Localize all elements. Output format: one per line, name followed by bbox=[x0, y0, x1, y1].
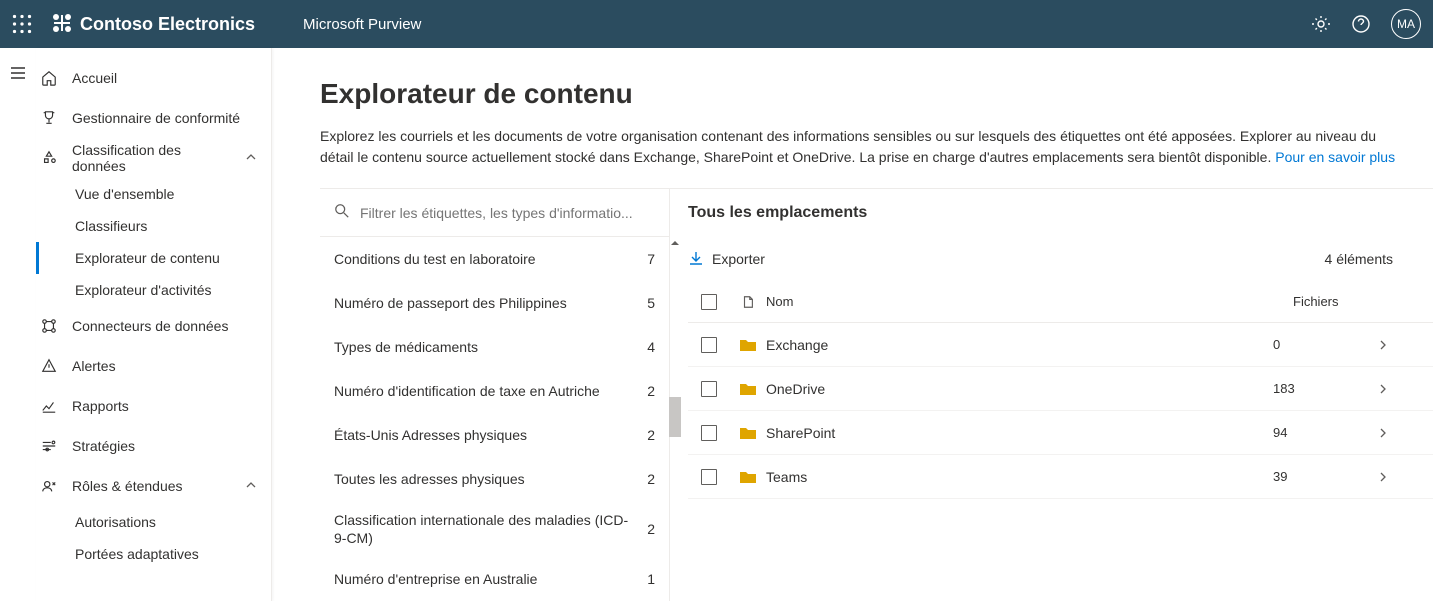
folder-icon bbox=[730, 424, 766, 442]
sidebar-sub-adaptive-scopes[interactable]: Portées adaptatives bbox=[36, 538, 271, 570]
chevron-up-icon bbox=[245, 478, 263, 494]
avatar[interactable]: MA bbox=[1391, 9, 1421, 39]
brand-logo-icon bbox=[52, 13, 72, 36]
export-button[interactable]: Exporter bbox=[688, 250, 765, 269]
sidebar-sub-authorizations[interactable]: Autorisations bbox=[36, 506, 271, 538]
filter-row[interactable]: Conditions du test en laboratoire7 bbox=[320, 237, 669, 281]
sidebar-sub-classifiers[interactable]: Classifieurs bbox=[36, 210, 271, 242]
scroll-thumb[interactable] bbox=[669, 397, 681, 437]
strategies-icon bbox=[40, 437, 58, 455]
top-bar: Contoso Electronics Microsoft Purview MA bbox=[0, 0, 1433, 48]
filter-row[interactable]: Toutes les adresses physiques2 bbox=[320, 457, 669, 501]
location-row-exchange[interactable]: Exchange 0 bbox=[688, 323, 1433, 367]
chevron-right-icon bbox=[1373, 471, 1393, 483]
filter-row[interactable]: États-Unis Adresses physiques2 bbox=[320, 413, 669, 457]
chevron-right-icon bbox=[1373, 383, 1393, 395]
locations-panel: Tous les emplacements Exporter 4 élément… bbox=[670, 189, 1433, 601]
filter-row[interactable]: Classification internationale des maladi… bbox=[320, 501, 669, 557]
sidebar-item-alerts[interactable]: Alertes bbox=[36, 346, 271, 386]
col-name[interactable]: Nom bbox=[766, 294, 1293, 309]
location-row-sharepoint[interactable]: SharePoint 94 bbox=[688, 411, 1433, 455]
alert-icon bbox=[40, 357, 58, 375]
product-name: Microsoft Purview bbox=[303, 16, 421, 33]
select-all-checkbox[interactable] bbox=[701, 294, 717, 310]
location-row-teams[interactable]: Teams 39 bbox=[688, 455, 1433, 499]
trophy-icon bbox=[40, 109, 58, 127]
sidebar-item-reports[interactable]: Rapports bbox=[36, 386, 271, 426]
waffle-icon[interactable] bbox=[12, 14, 32, 34]
table-header: Nom Fichiers bbox=[688, 281, 1433, 323]
classification-icon bbox=[40, 149, 58, 167]
learn-more-link[interactable]: Pour en savoir plus bbox=[1275, 149, 1395, 165]
main: Explorateur de contenu Explorez les cour… bbox=[272, 48, 1433, 601]
sidebar-sub-overview[interactable]: Vue d'ensemble bbox=[36, 178, 271, 210]
sidebar-item-home[interactable]: Accueil bbox=[36, 58, 271, 98]
col-files[interactable]: Fichiers bbox=[1293, 294, 1393, 309]
chevron-right-icon bbox=[1373, 339, 1393, 351]
filter-row[interactable]: Types de médicaments4 bbox=[320, 325, 669, 369]
folder-icon bbox=[730, 380, 766, 398]
sidebar-item-strategies[interactable]: Stratégies bbox=[36, 426, 271, 466]
brand[interactable]: Contoso Electronics bbox=[52, 13, 255, 36]
filter-row[interactable]: Numéro de passeport des Philippines5 bbox=[320, 281, 669, 325]
roles-icon bbox=[40, 477, 58, 495]
connectors-icon bbox=[40, 317, 58, 335]
chevron-up-icon bbox=[245, 150, 263, 166]
filter-row[interactable]: Numéro d'entreprise en Australie1 bbox=[320, 557, 669, 601]
row-checkbox[interactable] bbox=[701, 381, 717, 397]
home-icon bbox=[40, 69, 58, 87]
reports-icon bbox=[40, 397, 58, 415]
help-icon[interactable] bbox=[1351, 14, 1371, 34]
filter-panel: Conditions du test en laboratoire7 Numér… bbox=[320, 189, 670, 601]
document-icon bbox=[730, 295, 766, 309]
export-icon bbox=[688, 250, 704, 269]
brand-name: Contoso Electronics bbox=[80, 14, 255, 35]
folder-icon bbox=[730, 468, 766, 486]
scroll-up-icon[interactable] bbox=[669, 237, 681, 249]
filter-search[interactable] bbox=[320, 189, 669, 237]
settings-icon[interactable] bbox=[1311, 14, 1331, 34]
search-icon bbox=[334, 203, 350, 222]
hamburger-icon[interactable] bbox=[9, 64, 27, 601]
sidebar-item-connectors[interactable]: Connecteurs de données bbox=[36, 306, 271, 346]
locations-title: Tous les emplacements bbox=[688, 189, 1433, 237]
avatar-initials: MA bbox=[1397, 17, 1415, 31]
row-checkbox[interactable] bbox=[701, 337, 717, 353]
sidebar-sub-content-explorer[interactable]: Explorateur de contenu bbox=[36, 242, 271, 274]
sidebar-item-classification[interactable]: Classification des données bbox=[36, 138, 271, 178]
sidebar-item-roles[interactable]: Rôles & étendues bbox=[36, 466, 271, 506]
item-count: 4 éléments bbox=[1325, 251, 1393, 267]
filter-list: Conditions du test en laboratoire7 Numér… bbox=[320, 237, 669, 601]
location-row-onedrive[interactable]: OneDrive 183 bbox=[688, 367, 1433, 411]
chevron-right-icon bbox=[1373, 427, 1393, 439]
folder-icon bbox=[730, 336, 766, 354]
scrollbar[interactable] bbox=[669, 237, 681, 537]
page-description: Explorez les courriels et les documents … bbox=[320, 126, 1400, 168]
filter-input[interactable] bbox=[360, 205, 655, 221]
sidebar: Accueil Gestionnaire de conformité Class… bbox=[36, 48, 272, 601]
page-title: Explorateur de contenu bbox=[320, 78, 1433, 110]
filter-row[interactable]: Numéro d'identification de taxe en Autri… bbox=[320, 369, 669, 413]
sidebar-item-compliance[interactable]: Gestionnaire de conformité bbox=[36, 98, 271, 138]
sidebar-sub-activity-explorer[interactable]: Explorateur d'activités bbox=[36, 274, 271, 306]
row-checkbox[interactable] bbox=[701, 469, 717, 485]
row-checkbox[interactable] bbox=[701, 425, 717, 441]
